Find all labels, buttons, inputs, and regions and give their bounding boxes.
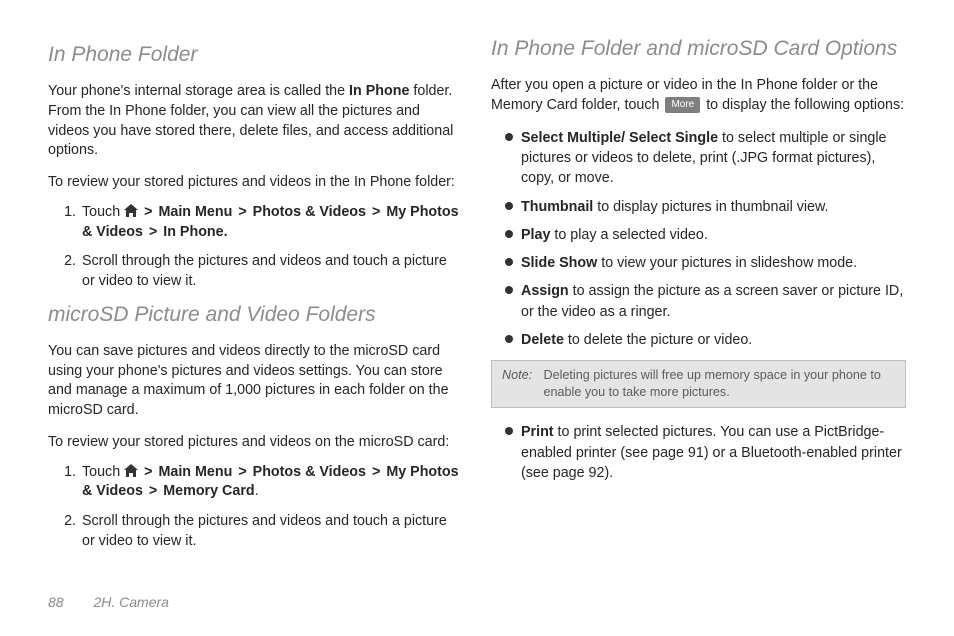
chevron-right-icon: > bbox=[238, 464, 246, 480]
menu-path-item: In Phone. bbox=[163, 224, 227, 240]
list-item: Select Multiple/ Select Single to select… bbox=[505, 128, 906, 189]
ordered-steps-cont: Scroll through the pictures and videos a… bbox=[80, 512, 463, 551]
chevron-right-icon: > bbox=[372, 204, 380, 220]
text: Touch bbox=[82, 464, 124, 480]
option-desc: to play a selected video. bbox=[550, 227, 707, 243]
option-name: Thumbnail bbox=[521, 199, 593, 215]
heading-in-phone-folder: In Phone Folder bbox=[48, 42, 463, 68]
option-desc: to display pictures in thumbnail view. bbox=[593, 199, 828, 215]
chevron-right-icon: > bbox=[372, 464, 380, 480]
note-label: Note: bbox=[502, 367, 540, 384]
paragraph: You can save pictures and videos directl… bbox=[48, 342, 463, 421]
option-name: Select Multiple/ Select Single bbox=[521, 130, 718, 146]
note-body: Deleting pictures will free up memory sp… bbox=[544, 367, 893, 401]
list-item: Slide Show to view your pictures in slid… bbox=[505, 253, 906, 273]
option-desc: to delete the picture or video. bbox=[564, 332, 752, 348]
chevron-right-icon: > bbox=[238, 204, 246, 220]
text: Touch bbox=[82, 204, 124, 220]
step-item: Scroll through the pictures and videos a… bbox=[80, 252, 463, 291]
option-name: Delete bbox=[521, 332, 564, 348]
lead-text: To review your stored pictures and video… bbox=[48, 433, 463, 453]
text: Your phone's internal storage area is ca… bbox=[48, 83, 349, 99]
list-item: Assign to assign the picture as a screen… bbox=[505, 281, 906, 322]
home-icon bbox=[124, 464, 138, 477]
paragraph: Your phone's internal storage area is ca… bbox=[48, 82, 463, 161]
step-item: Touch > Main Menu > Photos & Videos > My… bbox=[80, 203, 463, 242]
options-list: Select Multiple/ Select Single to select… bbox=[505, 128, 906, 351]
chevron-right-icon: > bbox=[144, 464, 152, 480]
text-bold: In Phone bbox=[349, 83, 409, 99]
heading-microsd-folders: microSD Picture and Video Folders bbox=[48, 302, 463, 328]
ordered-steps: Touch > Main Menu > Photos & Videos > My… bbox=[80, 203, 463, 292]
chevron-right-icon: > bbox=[149, 224, 157, 240]
page-number: 88 bbox=[48, 594, 64, 610]
ordered-steps: Touch > Main Menu > Photos & Videos > My… bbox=[80, 463, 463, 502]
text: to display the following options: bbox=[702, 97, 904, 113]
menu-path-item: Main Menu bbox=[158, 204, 232, 220]
home-icon bbox=[124, 204, 138, 217]
menu-path-item: Main Menu bbox=[158, 464, 232, 480]
section-title: 2H. Camera bbox=[93, 594, 168, 610]
heading-options: In Phone Folder and microSD Card Options bbox=[491, 36, 906, 62]
menu-path-item: Memory Card bbox=[163, 483, 254, 499]
options-list-cont: Print to print selected pictures. You ca… bbox=[505, 422, 906, 483]
step-item: Scroll through the pictures and videos a… bbox=[80, 512, 463, 551]
option-name: Slide Show bbox=[521, 255, 597, 271]
list-item: Print to print selected pictures. You ca… bbox=[505, 422, 906, 483]
option-desc: to view your pictures in slideshow mode. bbox=[597, 255, 857, 271]
text: . bbox=[255, 483, 259, 499]
more-button-label: More bbox=[665, 97, 700, 113]
option-name: Play bbox=[521, 227, 550, 243]
lead-text: To review your stored pictures and video… bbox=[48, 173, 463, 193]
list-item: Thumbnail to display pictures in thumbna… bbox=[505, 197, 906, 217]
option-desc: to assign the picture as a screen saver … bbox=[521, 283, 903, 319]
chevron-right-icon: > bbox=[144, 204, 152, 220]
note-box: Note: Deleting pictures will free up mem… bbox=[491, 360, 906, 408]
option-name: Print bbox=[521, 424, 554, 440]
page-footer: 88 2H. Camera bbox=[48, 594, 169, 610]
menu-path-item: Photos & Videos bbox=[253, 464, 366, 480]
paragraph: After you open a picture or video in the… bbox=[491, 76, 906, 115]
option-desc: to print selected pictures. You can use … bbox=[521, 424, 902, 481]
chevron-right-icon: > bbox=[149, 483, 157, 499]
list-item: Play to play a selected video. bbox=[505, 225, 906, 245]
menu-path-item: Photos & Videos bbox=[253, 204, 366, 220]
list-item: Delete to delete the picture or video. bbox=[505, 330, 906, 350]
option-name: Assign bbox=[521, 283, 569, 299]
step-item: Touch > Main Menu > Photos & Videos > My… bbox=[80, 463, 463, 502]
